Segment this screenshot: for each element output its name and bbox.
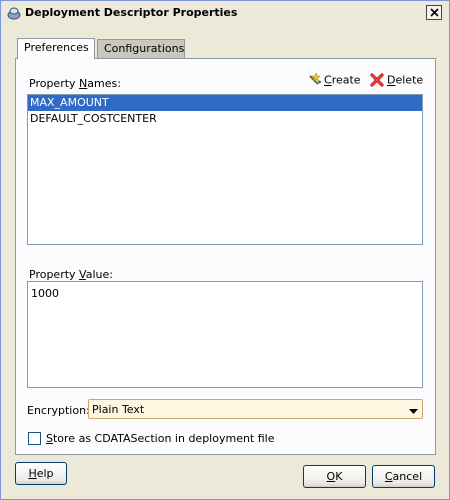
list-item[interactable]: MAX_AMOUNT: [28, 95, 422, 111]
tab-preferences-label: Preferences: [24, 41, 89, 54]
cdata-checkbox-label[interactable]: Store as CDATASection in deployment file: [46, 432, 275, 445]
close-button[interactable]: [426, 5, 442, 20]
property-value-label: Property Value:: [29, 268, 113, 281]
chevron-down-icon: [409, 405, 418, 418]
cancel-button[interactable]: Cancel: [372, 465, 435, 488]
preferences-panel: Property Names: Create Delete MAX_AMOUNT…: [15, 58, 436, 455]
close-icon: [430, 8, 439, 17]
ok-button[interactable]: OK: [303, 465, 366, 488]
cdata-checkbox[interactable]: [28, 432, 41, 445]
red-x-delete-icon: [369, 72, 385, 88]
delete-button[interactable]: Delete: [369, 72, 423, 90]
help-button[interactable]: Help: [15, 462, 67, 485]
create-button[interactable]: Create: [306, 72, 361, 90]
title-bar[interactable]: Deployment Descriptor Properties: [1, 1, 449, 25]
oracle-jdeveloper-icon: [7, 6, 21, 20]
tab-configurations[interactable]: Configurations: [97, 39, 185, 58]
property-value-textarea[interactable]: 1000: [27, 281, 423, 388]
window-title: Deployment Descriptor Properties: [25, 6, 238, 19]
tab-preferences[interactable]: Preferences: [17, 38, 95, 59]
encryption-selected-value: Plain Text: [92, 403, 145, 416]
tab-configurations-label: Configurations: [104, 42, 185, 55]
create-star-icon: [306, 72, 322, 88]
property-names-list[interactable]: MAX_AMOUNT DEFAULT_COSTCENTER: [27, 94, 423, 245]
encryption-label: Encryption:: [27, 404, 90, 417]
property-names-label: Property Names:: [29, 77, 121, 90]
deployment-descriptor-dialog: Deployment Descriptor Properties Prefere…: [0, 0, 450, 500]
list-item[interactable]: DEFAULT_COSTCENTER: [28, 111, 422, 127]
encryption-dropdown[interactable]: Plain Text: [88, 399, 423, 419]
